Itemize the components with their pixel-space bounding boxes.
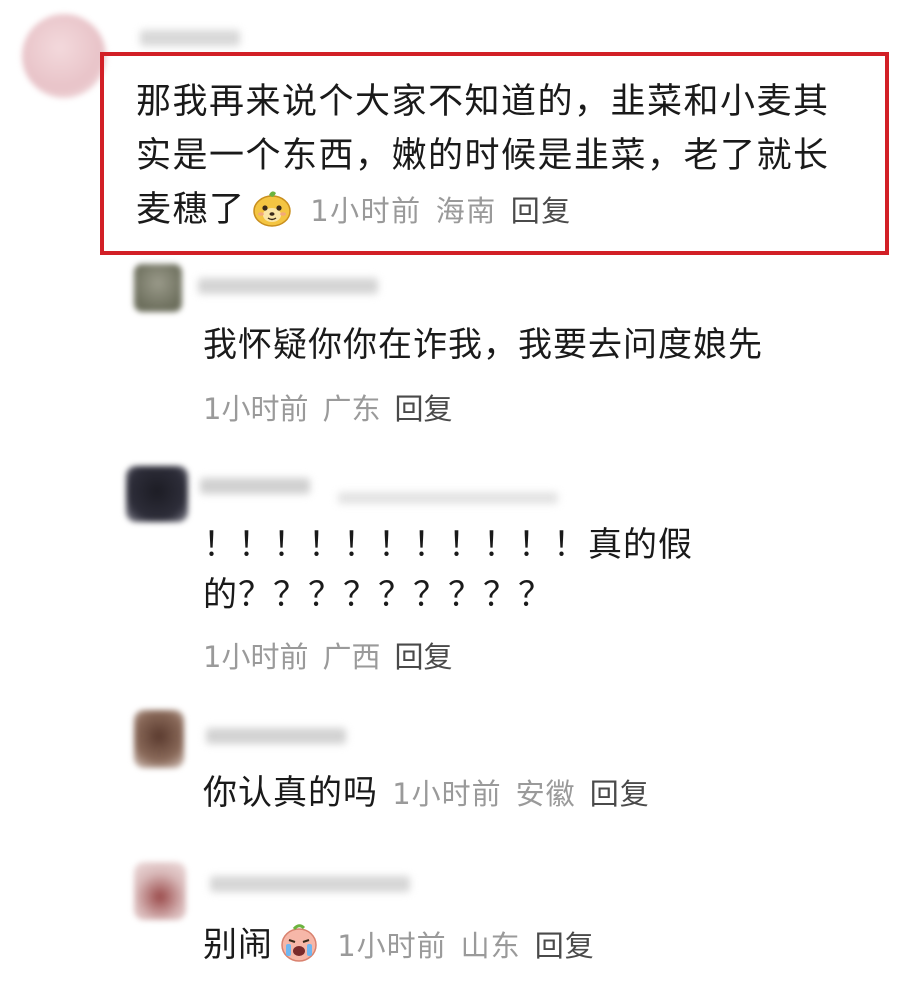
main-comment-line-2: 实是一个东西，嫩的时候是韭菜，老了就长 xyxy=(136,136,830,176)
reply-4-username[interactable] xyxy=(210,876,410,892)
main-comment-username[interactable] xyxy=(140,30,240,46)
reply-2-text-line-2: 的？？？？？？？？？ xyxy=(203,575,553,615)
reply-2-location: 广西 xyxy=(322,640,381,674)
reply-4-location: 山东 xyxy=(460,929,521,963)
main-comment-line-3-row: 麦穗了 1小时前 海南 回复 xyxy=(136,185,586,236)
reply-3-avatar[interactable] xyxy=(134,710,184,768)
reply-1-time: 1小时前 xyxy=(203,392,309,426)
reply-1-meta: 1小时前 广东 回复 xyxy=(203,386,466,428)
main-comment-avatar[interactable] xyxy=(22,14,106,98)
reply-2-username[interactable] xyxy=(200,478,310,494)
main-comment-line-1: 那我再来说个大家不知道的，韭菜和小麦其 xyxy=(136,82,830,122)
main-comment-time: 1小时前 xyxy=(310,194,422,228)
reply-3-time: 1小时前 xyxy=(392,777,502,811)
reply-4-reply-button[interactable]: 回复 xyxy=(535,929,595,963)
smiling-dog-emoji-icon xyxy=(250,185,294,229)
reply-1-text: 我怀疑你你在诈我，我要去问度娘先 xyxy=(203,325,763,365)
reply-3-location: 安徽 xyxy=(515,777,576,811)
main-comment-location: 海南 xyxy=(435,194,497,228)
crying-emoji-icon xyxy=(277,920,321,964)
reply-1-avatar[interactable] xyxy=(134,264,182,312)
reply-2-text-line-1: ！！！！！！！！！！！真的假 xyxy=(203,525,693,565)
reply-4-text: 别闹 xyxy=(203,925,273,965)
reply-4-row: 别闹 1小时前 山东 回复 xyxy=(203,920,609,970)
reply-3-row: 你认真的吗 1小时前 安徽 回复 xyxy=(203,769,664,818)
main-comment-reply-button[interactable]: 回复 xyxy=(511,194,572,228)
reply-1-reply-button[interactable]: 回复 xyxy=(394,392,452,426)
reply-2-meta: 1小时前 广西 回复 xyxy=(203,634,466,676)
reply-1-username[interactable] xyxy=(198,278,378,294)
reply-3-username[interactable] xyxy=(206,728,346,744)
reply-2-time: 1小时前 xyxy=(203,640,309,674)
reply-3-reply-button[interactable]: 回复 xyxy=(590,777,650,811)
reply-2-avatar[interactable] xyxy=(126,466,188,522)
reply-2-reply-button[interactable]: 回复 xyxy=(394,640,452,674)
reply-4-avatar[interactable] xyxy=(134,862,186,920)
reply-1-location: 广东 xyxy=(322,392,381,426)
reply-2-username-extra xyxy=(338,492,558,504)
reply-3-text: 你认真的吗 xyxy=(203,773,378,813)
main-comment-line-3: 麦穗了 xyxy=(136,190,246,230)
reply-4-time: 1小时前 xyxy=(337,929,447,963)
